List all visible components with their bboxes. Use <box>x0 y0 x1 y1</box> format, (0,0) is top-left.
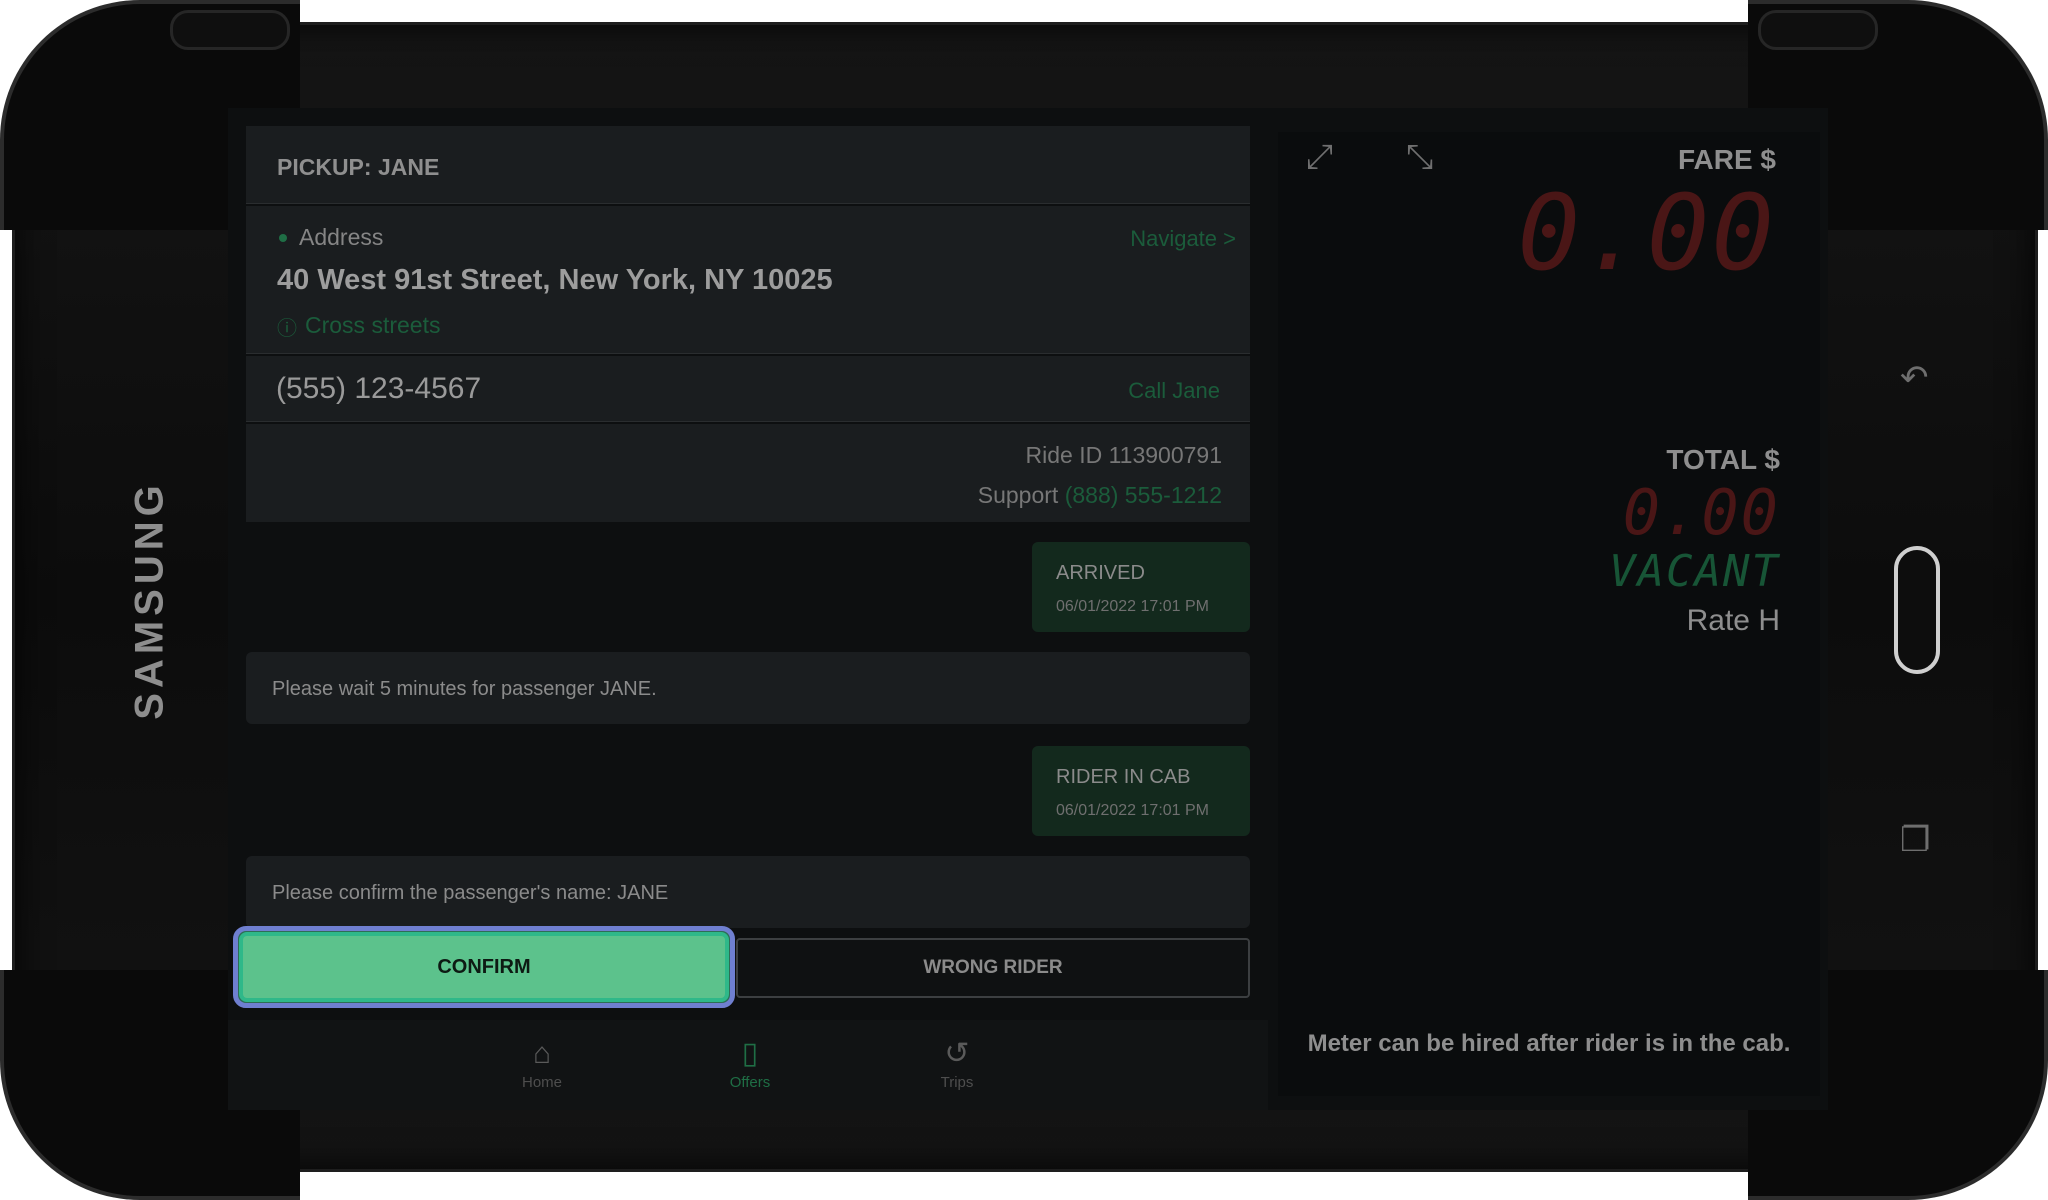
recent-apps-key-icon[interactable]: ❐ <box>1900 820 1930 860</box>
status-label: RIDER IN CAB <box>1056 766 1191 788</box>
message-confirm-name: Please confirm the passenger's name: JAN… <box>246 856 1250 928</box>
confirm-button[interactable]: CONFIRM <box>239 932 729 1002</box>
message-text: Please wait 5 minutes for passenger JANE… <box>272 678 657 700</box>
nav-item-trips[interactable]: ↺ Trips <box>902 1037 1012 1092</box>
cross-streets-link[interactable]: Cross streets <box>305 312 440 339</box>
device-brand-logo: SAMSUNG <box>127 480 172 720</box>
pickup-address: 40 West 91st Street, New York, NY 10025 <box>277 264 833 296</box>
nav-label: Trips <box>940 1074 974 1091</box>
status-time: 06/01/2022 17:01 PM <box>1056 598 1210 615</box>
call-rider-link[interactable]: Call Jane <box>1128 378 1220 404</box>
meter-status: VACANT <box>1609 546 1780 597</box>
total-value: 0.00 <box>1622 476 1780 549</box>
pickup-title: PICKUP: JANE <box>277 154 440 180</box>
support-line: Support (888) 555-1212 <box>978 482 1222 509</box>
rider-phone-number: (555) 123-4567 <box>276 372 482 405</box>
app-screen: PICKUP: JANE Address Navigate > 40 West … <box>228 108 1828 1110</box>
nav-item-offers[interactable]: ▯ Offers <box>695 1037 805 1092</box>
tablet-device: SAMSUNG ↶ ❐ PICKUP: JANE Address Navigat… <box>0 0 2048 1200</box>
mount-clip <box>170 10 290 50</box>
address-dot-icon <box>279 234 287 242</box>
phone-icon: ▯ <box>741 1037 759 1070</box>
home-hardware-button[interactable] <box>1894 546 1940 674</box>
info-icon: ⓘ <box>277 318 297 340</box>
address-label: Address <box>299 224 384 250</box>
support-label: Support <box>977 482 1059 508</box>
support-phone-link[interactable]: (888) 555-1212 <box>1065 482 1222 508</box>
phone-card: (555) 123-4567 Call Jane <box>246 356 1250 422</box>
back-key-icon[interactable]: ↶ <box>1900 358 1929 398</box>
mount-clip <box>1758 10 1878 50</box>
wrong-rider-button[interactable]: WRONG RIDER <box>736 938 1250 998</box>
status-label: ARRIVED <box>1056 562 1145 584</box>
meter-panel: ⤢ ⤡ FARE $ 0.00 TOTAL $ 0.00 VACANT Rate… <box>1278 132 1820 1096</box>
ride-details-panel: PICKUP: JANE Address Navigate > 40 West … <box>228 108 1268 1110</box>
nav-label: Home <box>521 1074 562 1091</box>
status-bubble-arrived: ARRIVED 06/01/2022 17:01 PM <box>1032 542 1250 632</box>
bottom-navigation: ⌂ Home ▯ Offers ↺ Trips <box>228 1020 1268 1110</box>
ride-id: Ride ID 113900791 <box>1025 442 1223 468</box>
ride-meta-card: Ride ID 113900791 Support (888) 555-1212 <box>246 424 1250 522</box>
rate-label: Rate H <box>1686 604 1780 637</box>
pickup-header: PICKUP: JANE <box>246 126 1250 204</box>
status-time: 06/01/2022 17:01 PM <box>1056 802 1210 819</box>
nav-item-home[interactable]: ⌂ Home <box>487 1037 597 1092</box>
history-icon: ↺ <box>944 1037 970 1070</box>
home-icon: ⌂ <box>532 1037 552 1070</box>
message-text: Please confirm the passenger's name: JAN… <box>272 882 669 904</box>
compress-icon[interactable]: ⤡ <box>1406 138 1433 177</box>
message-wait: Please wait 5 minutes for passenger JANE… <box>246 652 1250 724</box>
expand-icon[interactable]: ⤢ <box>1306 138 1333 177</box>
navigate-link[interactable]: Navigate > <box>1130 226 1236 252</box>
nav-label: Offers <box>729 1074 771 1091</box>
total-label: TOTAL $ <box>1666 444 1780 475</box>
fare-value: 0.00 <box>1517 172 1776 294</box>
meter-note: Meter can be hired after rider is in the… <box>1307 1030 1791 1057</box>
address-card: Address Navigate > 40 West 91st Street, … <box>246 206 1250 354</box>
status-bubble-rider-in-cab: RIDER IN CAB 06/01/2022 17:01 PM <box>1032 746 1250 836</box>
